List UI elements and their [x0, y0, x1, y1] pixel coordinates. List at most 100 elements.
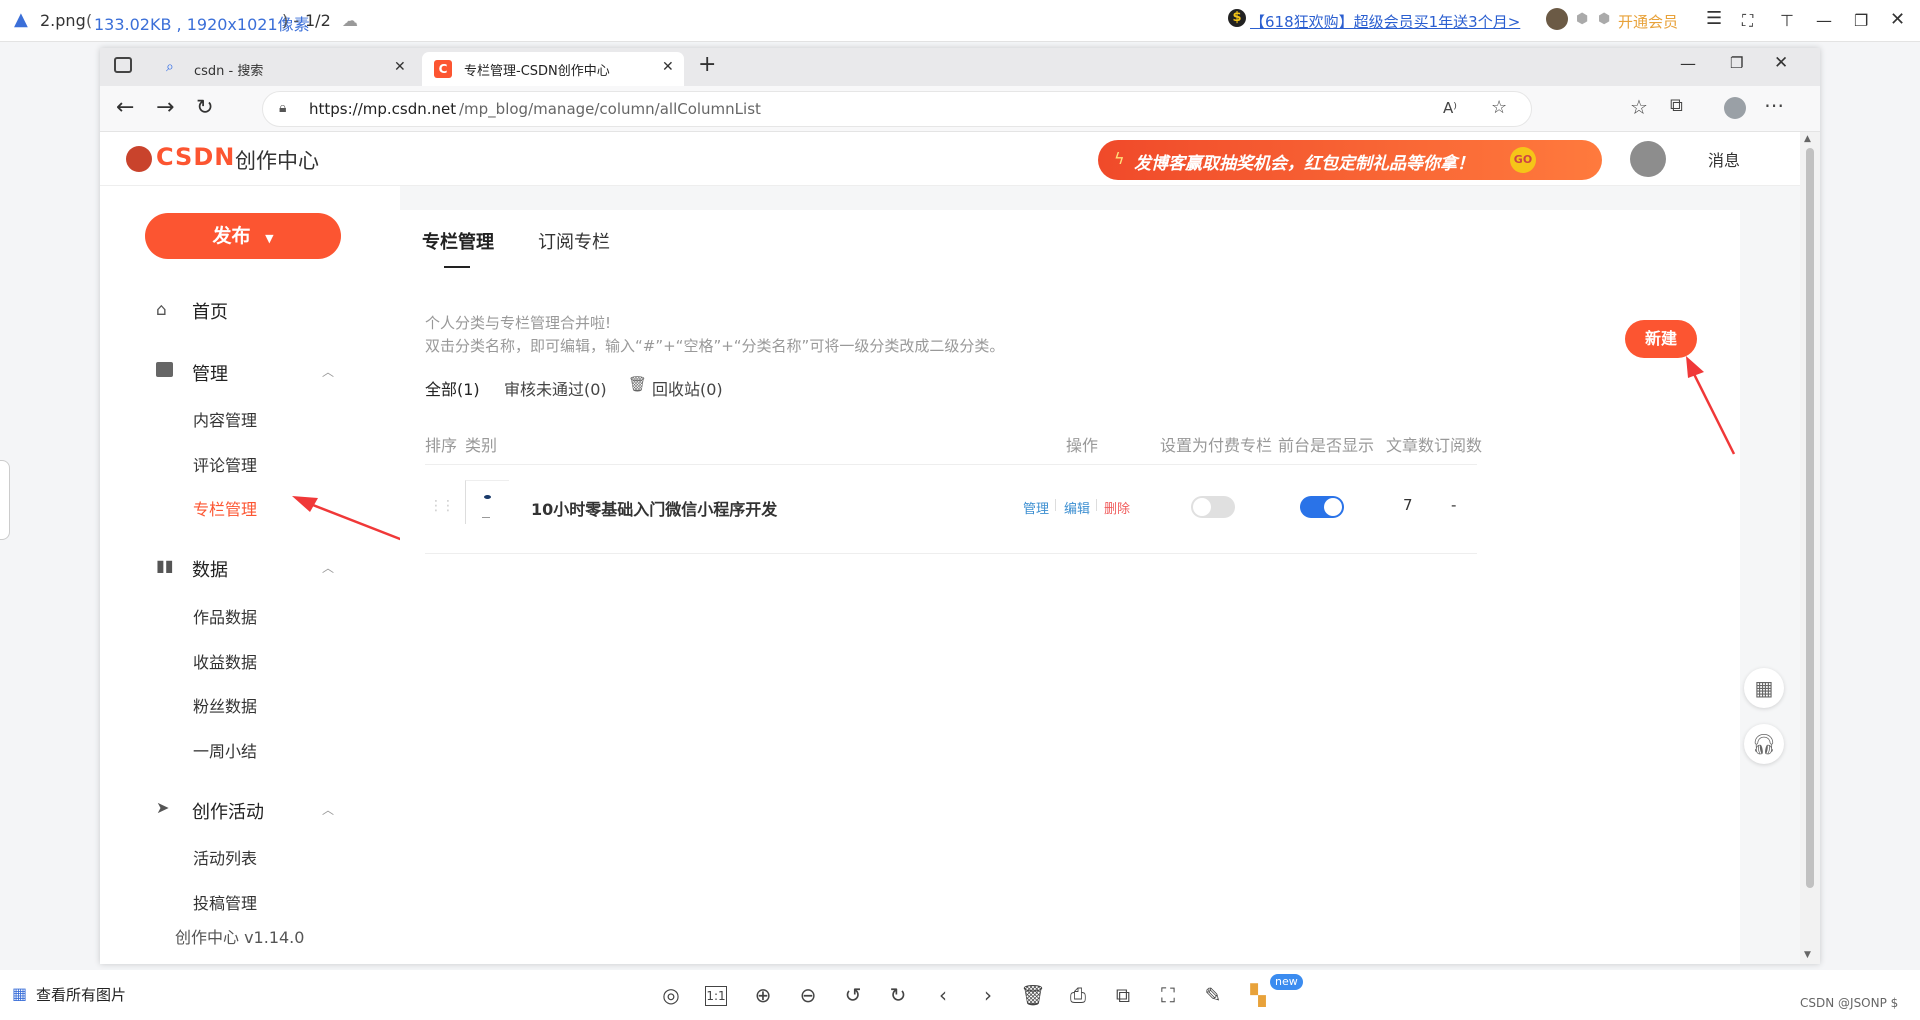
sidebar-item-activity[interactable]: 创作活动: [192, 798, 264, 824]
view-all-images[interactable]: 查看所有图片: [36, 984, 126, 1005]
cloud-icon[interactable]: ☁: [342, 11, 358, 30]
fullscreen-icon[interactable]: ⛶: [1742, 11, 1753, 31]
pin-icon[interactable]: ⊤: [1780, 11, 1794, 30]
viewer-avatar[interactable]: [1546, 8, 1568, 30]
banner-go: GO: [1510, 147, 1536, 173]
promo-link[interactable]: 【618狂欢购】超级会员买1年送3个月>: [1250, 11, 1520, 32]
filter-rejected[interactable]: 审核未通过(0): [504, 376, 607, 400]
promo-banner[interactable]: ϟ 发博客赢取抽奖机会，红包定制礼品等你拿！ GO: [1098, 140, 1602, 180]
sidebar-item-income-data[interactable]: 收益数据: [193, 649, 257, 673]
manage-icon: [156, 362, 173, 377]
zoom-in-icon[interactable]: ⊕: [750, 982, 776, 1008]
chevron-up-icon[interactable]: ︿: [322, 363, 334, 380]
close-icon[interactable]: ✕: [1890, 9, 1905, 30]
page-scrollbar[interactable]: ▲ ▼: [1800, 132, 1820, 964]
tab-close-icon[interactable]: ✕: [394, 59, 406, 75]
profile-icon[interactable]: [1724, 97, 1746, 119]
sidebar-item-comments[interactable]: 评论管理: [193, 452, 257, 476]
rotate-left-icon[interactable]: ↺: [840, 982, 866, 1008]
minimize-icon[interactable]: —: [1680, 54, 1696, 73]
user-avatar[interactable]: [1630, 141, 1666, 177]
location-icon[interactable]: ◎: [658, 982, 684, 1008]
col-header-articles: 文章数: [1386, 436, 1435, 455]
print-icon[interactable]: ⎙: [1065, 982, 1091, 1008]
scroll-up-icon[interactable]: ▲: [1804, 134, 1811, 144]
chevron-up-icon[interactable]: ︿: [322, 801, 334, 818]
delete-link[interactable]: 删除: [1104, 498, 1130, 517]
sidebar-item-fans-data[interactable]: 粉丝数据: [193, 693, 257, 717]
version-label: 创作中心 v1.14.0: [175, 928, 305, 947]
tab-title: 专栏管理-CSDN创作中心: [464, 64, 610, 79]
filter-all[interactable]: 全部(1): [425, 376, 480, 400]
refresh-icon[interactable]: ↻: [196, 95, 214, 119]
qr-code-icon[interactable]: ▦: [1744, 668, 1784, 708]
article-count: 7: [1403, 496, 1413, 514]
viewer-app-icon: ▲: [14, 9, 28, 30]
tab-close-icon[interactable]: ✕: [662, 59, 674, 75]
sidebar-item-columns[interactable]: 专栏管理: [193, 496, 257, 520]
favorites-icon[interactable]: ☆: [1630, 95, 1648, 119]
sidebar-item-data[interactable]: 数据: [192, 556, 228, 582]
headset-icon[interactable]: 🎧︎: [1744, 724, 1784, 764]
tab-search[interactable]: ⌕ csdn - 搜索 ✕: [154, 52, 416, 86]
tab-column-manage[interactable]: C 专栏管理-CSDN创作中心 ✕: [422, 52, 684, 86]
tab-actions-icon[interactable]: [114, 57, 132, 73]
vip-link[interactable]: 开通会员: [1618, 11, 1678, 32]
tab-column-manage[interactable]: 专栏管理: [422, 228, 494, 254]
edit-icon[interactable]: ✎: [1200, 982, 1226, 1008]
messages-link[interactable]: 消息: [1708, 147, 1740, 171]
scroll-down-icon[interactable]: ▼: [1804, 950, 1811, 960]
sidebar-item-manage[interactable]: 管理: [192, 360, 228, 386]
csdn-logo[interactable]: CSDN: [156, 143, 235, 171]
zoom-out-icon[interactable]: ⊖: [795, 982, 821, 1008]
collections-icon[interactable]: ⧉: [1670, 95, 1683, 116]
more-icon[interactable]: ⋯: [1764, 93, 1784, 117]
tab-subscribed-columns[interactable]: 订阅专栏: [538, 228, 610, 254]
new-tab-icon[interactable]: +: [698, 52, 716, 77]
grid-icon[interactable]: ▦: [12, 984, 27, 1003]
col-header-actions: 操作: [1066, 436, 1099, 455]
favorite-add-icon[interactable]: ☆: [1491, 97, 1507, 118]
delete-icon[interactable]: 🗑︎: [1020, 982, 1046, 1008]
search-icon: ⌕: [166, 59, 174, 75]
convert-icon[interactable]: ⧉: [1110, 982, 1136, 1008]
read-aloud-icon[interactable]: A⁾: [1443, 99, 1457, 117]
filter-recycle-bin[interactable]: 回收站(0): [652, 376, 723, 400]
previous-icon[interactable]: ‹: [930, 982, 956, 1008]
restore-icon[interactable]: ❐: [1730, 54, 1743, 72]
sidebar-item-home[interactable]: 首页: [192, 298, 228, 324]
menu-icon[interactable]: ☰: [1706, 8, 1722, 29]
back-icon[interactable]: ←: [116, 95, 134, 120]
watermark: CSDN @JSONP $: [1800, 996, 1899, 1010]
crop-icon[interactable]: ⛶: [1155, 982, 1181, 1008]
sidebar-item-activity-list[interactable]: 活动列表: [193, 845, 257, 869]
sidebar-item-content[interactable]: 内容管理: [193, 407, 257, 431]
sidebar-item-submissions[interactable]: 投稿管理: [193, 890, 257, 914]
drag-handle-icon[interactable]: ⋮⋮: [429, 498, 455, 514]
forward-icon[interactable]: →: [156, 95, 174, 120]
url-host: https://mp.csdn.net: [309, 100, 457, 118]
active-tab-indicator: [444, 266, 470, 268]
next-icon[interactable]: ›: [975, 982, 1001, 1008]
actual-size-icon[interactable]: 1:1: [705, 986, 727, 1006]
close-icon[interactable]: ✕: [1774, 53, 1788, 73]
scroll-thumb[interactable]: [1806, 148, 1814, 888]
column-title[interactable]: 10小时零基础入门微信小程序开发: [531, 496, 777, 520]
sidebar-item-weekly[interactable]: 一周小结: [193, 738, 257, 762]
restore-icon[interactable]: ❐: [1854, 11, 1868, 30]
csdn-page: CSDN 创作中心 ϟ 发博客赢取抽奖机会，红包定制礼品等你拿！ GO 消息 发…: [100, 132, 1800, 964]
apps-icon[interactable]: ▚: [1245, 982, 1271, 1008]
publish-button[interactable]: 发布 ▼: [145, 213, 341, 259]
minimize-icon[interactable]: —: [1816, 11, 1832, 30]
url-field[interactable]: 🔒︎ https://mp.csdn.net /mp_blog/manage/c…: [262, 91, 1532, 127]
edit-link[interactable]: 编辑: [1064, 498, 1090, 517]
manage-link[interactable]: 管理: [1023, 498, 1049, 517]
col-header-visible: 前台是否显示: [1278, 436, 1375, 455]
rotate-right-icon[interactable]: ↻: [885, 982, 911, 1008]
caret-down-icon: ▼: [265, 232, 274, 245]
side-panel-handle[interactable]: [0, 460, 10, 540]
header-divider: [425, 464, 1477, 465]
visible-toggle[interactable]: [1300, 496, 1344, 518]
sidebar-item-works-data[interactable]: 作品数据: [193, 604, 257, 628]
paid-column-toggle[interactable]: [1191, 496, 1235, 518]
